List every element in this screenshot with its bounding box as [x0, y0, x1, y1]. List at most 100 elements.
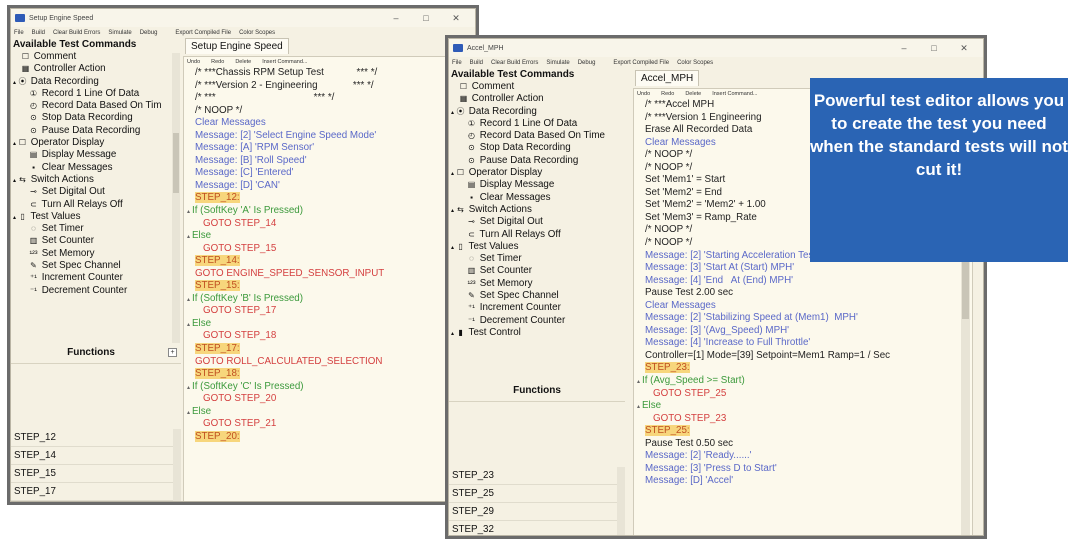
- code-line[interactable]: Message: [B] 'Roll Speed': [184, 155, 472, 168]
- fold-arrow-icon[interactable]: ▴: [637, 404, 640, 410]
- command-item[interactable]: ① Record 1 Line Of Data: [449, 118, 625, 130]
- code-line[interactable]: /* ***Chassis RPM Setup Test *** */: [184, 67, 472, 80]
- menu-file[interactable]: File: [452, 60, 462, 66]
- code-line[interactable]: STEP_18:: [184, 368, 472, 381]
- code-line[interactable]: GOTO ENGINE_SPEED_SENSOR_INPUT: [184, 268, 472, 281]
- command-item[interactable]: ⁺¹ Increment Counter: [11, 272, 181, 284]
- code-line[interactable]: ▴ Else: [184, 406, 472, 419]
- command-item[interactable]: ⊂ Turn All Relays Off: [11, 199, 181, 211]
- command-item[interactable]: ▪ Clear Messages: [449, 192, 625, 204]
- tab-accel-mph[interactable]: Accel_MPH: [635, 70, 700, 86]
- code-line[interactable]: /* NOOP */: [184, 105, 472, 118]
- step-list-item[interactable]: STEP_15: [11, 465, 173, 483]
- step-list-item[interactable]: STEP_17: [11, 483, 173, 501]
- code-line[interactable]: Message: [2] 'Stabilizing Speed at (Mem1…: [634, 312, 972, 325]
- code-line[interactable]: GOTO STEP_21: [184, 418, 472, 431]
- tab-setup-engine-speed[interactable]: Setup Engine Speed: [185, 38, 289, 54]
- undo-button[interactable]: Undo: [637, 91, 650, 97]
- step-list-item[interactable]: STEP_23: [449, 467, 617, 485]
- scrollbar-thumb[interactable]: [173, 133, 179, 193]
- command-item[interactable]: ⊸ Set Digital Out: [449, 216, 625, 228]
- command-item[interactable]: ▥ Set Counter: [449, 265, 625, 277]
- code-line[interactable]: ▴ Else: [184, 318, 472, 331]
- insert-command-button[interactable]: Insert Command...: [262, 59, 307, 65]
- code-line[interactable]: Message: [3] 'Start At (Start) MPH': [634, 262, 972, 275]
- fold-arrow-icon[interactable]: ▴: [187, 297, 190, 303]
- collapse-arrow-icon[interactable]: ▴: [451, 110, 454, 116]
- menu-build[interactable]: Build: [32, 30, 45, 36]
- collapse-arrow-icon[interactable]: ▴: [13, 215, 16, 221]
- fold-arrow-icon[interactable]: ▴: [187, 234, 190, 240]
- code-editor[interactable]: Undo Redo Delete Insert Command... /* **…: [183, 56, 473, 501]
- code-line[interactable]: Pause Test 2.00 sec: [634, 287, 972, 300]
- fold-arrow-icon[interactable]: ▴: [187, 322, 190, 328]
- code-line[interactable]: Clear Messages: [184, 117, 472, 130]
- code-line[interactable]: GOTO STEP_14: [184, 218, 472, 231]
- command-item[interactable]: ▤ Display Message: [11, 149, 181, 161]
- code-line[interactable]: Message: [D] 'CAN': [184, 180, 472, 193]
- code-line[interactable]: STEP_14:: [184, 255, 472, 268]
- code-line[interactable]: ▴ If (Avg_Speed >= Start): [634, 375, 972, 388]
- redo-button[interactable]: Redo: [211, 59, 224, 65]
- menu-file[interactable]: File: [14, 30, 24, 36]
- code-line[interactable]: Message: [D] 'Accel': [634, 475, 972, 488]
- command-item[interactable]: ⊙ Pause Data Recording: [449, 155, 625, 167]
- code-line[interactable]: GOTO STEP_17: [184, 305, 472, 318]
- code-line[interactable]: Message: [2] 'Ready......': [634, 450, 972, 463]
- code-line[interactable]: GOTO STEP_25: [634, 388, 972, 401]
- close-icon[interactable]: ✕: [949, 43, 979, 54]
- command-item[interactable]: ▴ ⇆ Switch Actions: [449, 204, 625, 216]
- menu-clear-build-errors[interactable]: Clear Build Errors: [53, 30, 100, 36]
- code-line[interactable]: ▴ Else: [184, 230, 472, 243]
- collapse-arrow-icon[interactable]: ▴: [13, 80, 16, 86]
- collapse-arrow-icon[interactable]: ▴: [451, 208, 454, 214]
- step-list-item[interactable]: STEP_25: [449, 485, 617, 503]
- command-item[interactable]: ⊙ Pause Data Recording: [11, 125, 181, 137]
- command-item[interactable]: ① Record 1 Line Of Data: [11, 88, 181, 100]
- command-item[interactable]: ⊙ Stop Data Recording: [449, 142, 625, 154]
- menu-debug[interactable]: Debug: [578, 60, 596, 66]
- command-item[interactable]: ⊙ Stop Data Recording: [11, 112, 181, 124]
- code-line[interactable]: /* ***Version 2 - Engineering *** */: [184, 80, 472, 93]
- command-item[interactable]: ▪ Clear Messages: [11, 162, 181, 174]
- command-item[interactable]: ▴ ⇆ Switch Actions: [11, 174, 181, 186]
- command-item[interactable]: ⁻¹ Decrement Counter: [449, 315, 625, 327]
- code-line[interactable]: Message: [C] 'Entered': [184, 167, 472, 180]
- command-item[interactable]: ▤ Display Message: [449, 179, 625, 191]
- code-line[interactable]: STEP_12:: [184, 192, 472, 205]
- fold-arrow-icon[interactable]: ▴: [637, 379, 640, 385]
- collapse-arrow-icon[interactable]: ▴: [13, 178, 16, 184]
- menu-export[interactable]: Export Compiled File: [613, 60, 669, 66]
- step-list-item[interactable]: STEP_14: [11, 447, 173, 465]
- collapse-arrow-icon[interactable]: ▴: [451, 331, 454, 337]
- menu-color-scopes[interactable]: Color Scopes: [239, 30, 275, 36]
- collapse-arrow-icon[interactable]: ▴: [13, 141, 16, 147]
- code-line[interactable]: STEP_15:: [184, 280, 472, 293]
- code-line[interactable]: /* *** *** */: [184, 92, 472, 105]
- collapse-arrow-icon[interactable]: ▴: [451, 245, 454, 251]
- command-item[interactable]: ⁻¹ Decrement Counter: [11, 285, 181, 297]
- command-item[interactable]: ▴ ⦿ Data Recording: [11, 76, 181, 88]
- menu-export[interactable]: Export Compiled File: [175, 30, 231, 36]
- command-item[interactable]: ◌ Set Timer: [11, 223, 181, 235]
- code-line[interactable]: GOTO STEP_18: [184, 330, 472, 343]
- command-item[interactable]: ▴ ☐ Operator Display: [449, 167, 625, 179]
- code-line[interactable]: ▴ Else: [634, 400, 972, 413]
- command-item[interactable]: ☐ Comment: [11, 51, 181, 63]
- command-item[interactable]: ⁺¹ Increment Counter: [449, 302, 625, 314]
- close-icon[interactable]: ✕: [441, 13, 471, 24]
- code-line[interactable]: ▴ If (SoftKey 'C' Is Pressed): [184, 381, 472, 394]
- code-line[interactable]: Controller=[1] Mode=[39] Setpoint=Mem1 R…: [634, 350, 972, 363]
- minimize-icon[interactable]: –: [889, 43, 919, 53]
- code-line[interactable]: STEP_23:: [634, 362, 972, 375]
- code-line[interactable]: Message: [A] 'RPM Sensor': [184, 142, 472, 155]
- code-line[interactable]: ▴ If (SoftKey 'A' Is Pressed): [184, 205, 472, 218]
- command-item[interactable]: ▦ Controller Action: [11, 63, 181, 75]
- command-item[interactable]: ◴ Record Data Based On Tim: [11, 100, 181, 112]
- command-item[interactable]: ◴ Record Data Based On Time: [449, 130, 625, 142]
- command-item[interactable]: ⊂ Turn All Relays Off: [449, 229, 625, 241]
- command-item[interactable]: ¹²³ Set Memory: [449, 278, 625, 290]
- delete-button[interactable]: Delete: [235, 59, 251, 65]
- scrollbar-thumb[interactable]: [962, 259, 969, 319]
- step-list-item[interactable]: STEP_12: [11, 429, 173, 447]
